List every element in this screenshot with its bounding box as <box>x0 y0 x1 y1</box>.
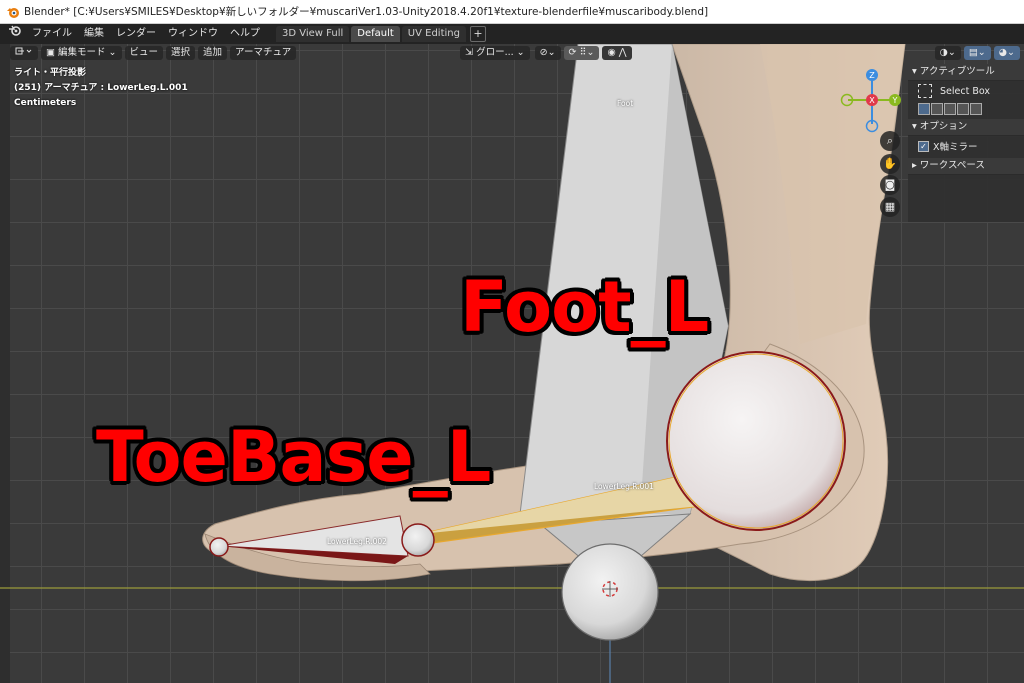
edit-mode-icon: ▣ <box>46 47 58 58</box>
unit-system-label: Centimeters <box>14 98 77 108</box>
active-tool-row[interactable]: Select Box <box>908 81 1024 101</box>
menu-render[interactable]: レンダー <box>110 24 162 44</box>
gizmo-y-label: Y <box>892 96 898 105</box>
select-extend-icon[interactable] <box>931 103 943 115</box>
bone-label-lowerleg-002: LowerLeg.R.002 <box>327 537 387 546</box>
collapse-down-icon: ▾ <box>912 66 920 77</box>
workspace-title: ワークスペース <box>919 160 985 171</box>
active-tool-header[interactable]: ▾ アクティブツール <box>908 64 1024 81</box>
menu-window[interactable]: ウィンドウ <box>162 24 224 44</box>
menu-select[interactable]: 選択 <box>166 46 196 60</box>
transform-orientation-dropdown[interactable]: ⇲ グロー... ⌄ <box>460 46 530 60</box>
menu-add[interactable]: 追加 <box>198 46 228 60</box>
x-mirror-checkbox[interactable]: ✓ <box>918 140 929 152</box>
menu-view[interactable]: ビュー <box>124 46 164 60</box>
menu-armature[interactable]: アーマチュア <box>230 46 297 60</box>
snap-toggle[interactable]: ⟳ ⠿⌄ <box>563 46 600 60</box>
select-invert-icon[interactable] <box>957 103 969 115</box>
proportional-editing-toggle[interactable]: ◉ ⋀ <box>602 46 632 60</box>
navigation-gizmo[interactable]: Z Y X <box>838 66 902 136</box>
annotation-foot-l: Foot_L <box>460 266 709 348</box>
blender-menu-icon[interactable] <box>0 24 26 44</box>
pan-hand-icon[interactable]: ✋ <box>880 154 900 174</box>
scene-art <box>0 44 1024 683</box>
bone-label-foot: Foot <box>617 99 634 108</box>
active-tool-title: アクティブツール <box>919 66 995 77</box>
window-title: Blender* [C:¥Users¥SMILES¥Desktop¥新しいフォル… <box>24 6 709 18</box>
select-subtract-icon[interactable] <box>944 103 956 115</box>
orientation-icon: ⇲ <box>465 47 477 58</box>
menu-edit[interactable]: 編集 <box>78 24 110 44</box>
mode-dropdown[interactable]: ▣ 編集モード ⌄ <box>41 46 122 60</box>
sidebar-panel: ▾ アクティブツール Select Box ▾ オプション ✓ X軸ミラー ▸ … <box>908 64 1024 222</box>
background-figure <box>0 44 10 683</box>
pivot-point-dropdown[interactable]: ⊘⌄ <box>534 46 561 60</box>
view-name: ライト・平行投影 <box>14 68 87 78</box>
viewport-overlays-dropdown[interactable]: ◑⌄ <box>934 46 961 60</box>
options-title: オプション <box>919 121 968 132</box>
toe-joint-sphere <box>401 523 435 557</box>
window-title-bar: Blender* [C:¥Users¥SMILES¥Desktop¥新しいフォル… <box>0 0 1024 24</box>
tab-default[interactable]: Default <box>351 26 400 42</box>
orientation-label: グロー... <box>476 47 514 58</box>
blender-logo-icon <box>6 5 20 19</box>
collapse-right-icon: ▸ <box>912 160 920 171</box>
3d-viewport[interactable]: Foot LowerLeg.R.001 LowerLeg.R.002 ▣ 編集モ… <box>0 44 1024 683</box>
menu-help[interactable]: ヘルプ <box>224 24 266 44</box>
viewport-header: ▣ 編集モード ⌄ ビュー 選択 追加 アーマチュア ⇲ グロー... ⌄ ⊘⌄… <box>0 44 1024 62</box>
select-intersect-icon[interactable] <box>970 103 982 115</box>
shading-dropdown[interactable]: ◕⌄ <box>993 46 1020 60</box>
menu-file[interactable]: ファイル <box>26 24 78 44</box>
chevron-down-icon: ⌄ <box>105 47 117 58</box>
perspective-grid-icon[interactable]: ▦ <box>880 197 900 217</box>
x-mirror-label: X軸ミラー <box>933 142 978 153</box>
selection-mode-row <box>908 101 1024 117</box>
mode-label: 編集モード <box>58 47 106 58</box>
toe-tip-sphere <box>209 537 229 557</box>
ankle-joint-sphere <box>666 351 846 531</box>
options-header[interactable]: ▾ オプション <box>908 119 1024 136</box>
add-workspace-button[interactable]: + <box>469 26 486 42</box>
select-box-icon <box>918 84 932 98</box>
tab-uv-editing[interactable]: UV Editing <box>401 26 466 42</box>
gizmo-x-label: X <box>869 96 875 105</box>
x-mirror-row[interactable]: ✓ X軸ミラー <box>908 136 1024 156</box>
tab-3d-view-full[interactable]: 3D View Full <box>276 26 350 42</box>
xray-toggle[interactable]: ▤⌄ <box>963 46 991 60</box>
active-object-label: (251) アーマチュア : LowerLeg.L.001 <box>14 83 188 93</box>
bone-label-lowerleg-001: LowerLeg.R.001 <box>594 482 654 491</box>
annotation-toebase-l: ToeBase_L <box>96 416 491 498</box>
chevron-down-icon: ⌄ <box>513 47 525 58</box>
zoom-icon[interactable]: ⌕ <box>880 131 900 151</box>
collapse-down-icon: ▾ <box>912 121 920 132</box>
gizmo-z-label: Z <box>869 71 875 80</box>
editor-type-button[interactable] <box>10 46 38 60</box>
viewport-info: ライト・平行投影 (251) アーマチュア : LowerLeg.L.001 C… <box>14 66 188 111</box>
select-set-icon[interactable] <box>918 103 930 115</box>
active-tool-name: Select Box <box>940 85 990 97</box>
camera-view-icon[interactable]: ◙ <box>880 175 900 195</box>
workspace-header[interactable]: ▸ ワークスペース <box>908 158 1024 175</box>
top-menu-bar: ファイル 編集 レンダー ウィンドウ ヘルプ 3D View Full Defa… <box>0 24 1024 44</box>
